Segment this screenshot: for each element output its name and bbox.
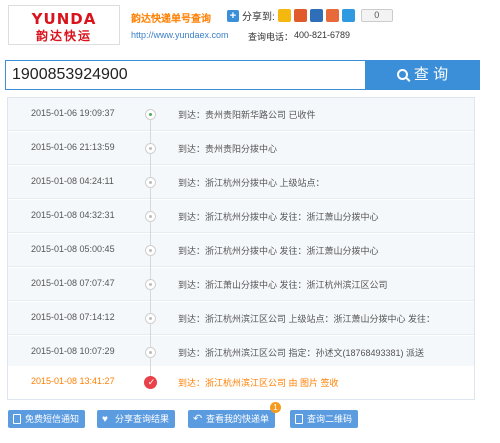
qr-code-button[interactable]: 查询二维码 — [290, 410, 359, 428]
douban-icon[interactable] — [341, 9, 355, 22]
my-shipments-label: 查看我的快递单 — [206, 414, 270, 424]
tracking-desc: 到达：贵州贵阳分拨中心 — [178, 144, 278, 154]
timeline-dot-icon — [145, 279, 156, 290]
renren-icon[interactable] — [309, 9, 323, 22]
tencent-weibo-icon[interactable] — [325, 9, 339, 22]
timeline-dot-icon — [145, 177, 156, 188]
tracking-desc: 到达：浙江杭州滨江区公司 由 图片 签收 — [178, 378, 339, 388]
tracking-desc: 到达：浙江杭州分拨中心 发往：浙江萧山分拨中心 — [178, 246, 379, 256]
timeline-start-dot-icon — [145, 109, 156, 120]
tracking-time: 2015-01-08 05:00:45 — [31, 244, 115, 254]
yunda-logo[interactable]: YUNDA 韵达快运 — [8, 5, 120, 45]
tracking-desc: 到达：浙江杭州滨江区公司 上级站点：浙江萧山分拨中心 发往： — [178, 314, 436, 324]
tracking-desc: 到达：贵州贵阳新华路公司 已收件 — [178, 110, 316, 120]
timeline-dot-icon — [145, 211, 156, 222]
tracking-time: 2015-01-08 13:41:27 — [31, 376, 115, 386]
timeline-dot-icon — [145, 245, 156, 256]
share-label: 分享到: — [242, 12, 275, 23]
share-result-button[interactable]: 分享查询结果 — [97, 410, 176, 429]
share-bar: + 分享到: 0 — [227, 8, 393, 23]
phone-qr-icon — [295, 414, 303, 424]
tracking-time: 2015-01-06 19:09:37 — [31, 108, 115, 118]
qzone-icon[interactable] — [277, 9, 291, 22]
tracking-row: 2015-01-06 21:13:59 到达：贵州贵阳分拨中心 — [8, 132, 474, 165]
tracking-row: 2015-01-08 05:00:45 到达：浙江杭州分拨中心 发往：浙江萧山分… — [8, 234, 474, 267]
tracking-row: 2015-01-06 19:09:37 到达：贵州贵阳新华路公司 已收件 — [8, 98, 474, 131]
timeline-dot-icon — [145, 143, 156, 154]
share-result-label: 分享查询结果 — [115, 414, 170, 424]
tracking-desc: 到达：浙江萧山分拨中心 发往：浙江杭州滨江区公司 — [178, 280, 388, 290]
page-title: 韵达快递单号查询 — [131, 14, 211, 25]
tracking-time: 2015-01-06 21:13:59 — [31, 142, 115, 152]
website-link[interactable]: http://www.yundaex.com — [131, 30, 229, 40]
tracking-row: 2015-01-08 04:24:11 到达：浙江杭州分拨中心 上级站点： — [8, 166, 474, 199]
footer-actions: 免费短信通知 分享查询结果 查看我的快递单 1 查询二维码 — [0, 402, 500, 443]
phone-number: 400-821-6789 — [294, 30, 351, 40]
sms-notify-button[interactable]: 免费短信通知 — [8, 410, 86, 428]
sms-notify-label: 免费短信通知 — [25, 414, 80, 424]
tracking-row: 2015-01-08 04:32:31 到达：浙江杭州分拨中心 发往：浙江萧山分… — [8, 200, 474, 233]
logo-text-cn: 韵达快运 — [35, 29, 92, 43]
tracking-desc: 到达：浙江杭州滨江区公司 指定：孙述文(18768493381) 派送 — [178, 348, 425, 358]
tracking-number-input[interactable]: 1900853924900 — [5, 60, 365, 90]
tracking-desc: 到达：浙江杭州分拨中心 发往：浙江萧山分拨中心 — [178, 212, 379, 222]
tracking-row: 2015-01-08 07:07:47 到达：浙江萧山分拨中心 发往：浙江杭州滨… — [8, 268, 474, 301]
share-plus-icon[interactable]: + — [227, 9, 239, 22]
my-shipments-button[interactable]: 查看我的快递单 — [188, 410, 276, 428]
tracking-time: 2015-01-08 07:14:12 — [31, 312, 115, 322]
timeline-dot-icon — [145, 347, 156, 358]
tracking-time: 2015-01-08 10:07:29 — [31, 346, 115, 356]
phone-label: 查询电话： — [248, 32, 294, 42]
tracking-time: 2015-01-08 07:07:47 — [31, 278, 115, 288]
header: YUNDA 韵达快运 韵达快递单号查询 + 分享到: 0 http://www.… — [0, 0, 500, 52]
tracking-row: 2015-01-08 10:07:29 到达：浙江杭州滨江区公司 指定：孙述文(… — [8, 336, 474, 369]
weibo-icon[interactable] — [293, 9, 307, 22]
search-button-label: 查 询 — [413, 66, 449, 83]
share-count: 0 — [360, 9, 393, 22]
search-bar: 1900853924900 查 询 — [5, 60, 495, 90]
timeline-dot-icon — [145, 313, 156, 324]
tracking-desc: 到达：浙江杭州分拨中心 上级站点： — [178, 178, 325, 188]
tracking-time: 2015-01-08 04:32:31 — [31, 210, 115, 220]
heart-icon — [102, 411, 111, 429]
tracking-row-latest: 2015-01-08 13:41:27 到达：浙江杭州滨江区公司 由 图片 签收 — [8, 366, 474, 399]
delivered-check-icon — [144, 376, 158, 389]
back-arrow-icon — [193, 410, 202, 428]
tracking-row: 2015-01-08 07:14:12 到达：浙江杭州滨江区公司 上级站点：浙江… — [8, 302, 474, 335]
tracking-time: 2015-01-08 04:24:11 — [31, 176, 114, 186]
search-icon — [396, 69, 408, 80]
phone-icon — [13, 414, 21, 424]
logo-text-en: YUNDA — [31, 10, 97, 28]
my-shipments-badge: 1 — [270, 402, 281, 413]
qr-code-label: 查询二维码 — [307, 414, 353, 424]
tracking-timeline: 2015-01-06 19:09:37 到达：贵州贵阳新华路公司 已收件 201… — [7, 97, 475, 400]
search-button[interactable]: 查 询 — [365, 60, 480, 90]
